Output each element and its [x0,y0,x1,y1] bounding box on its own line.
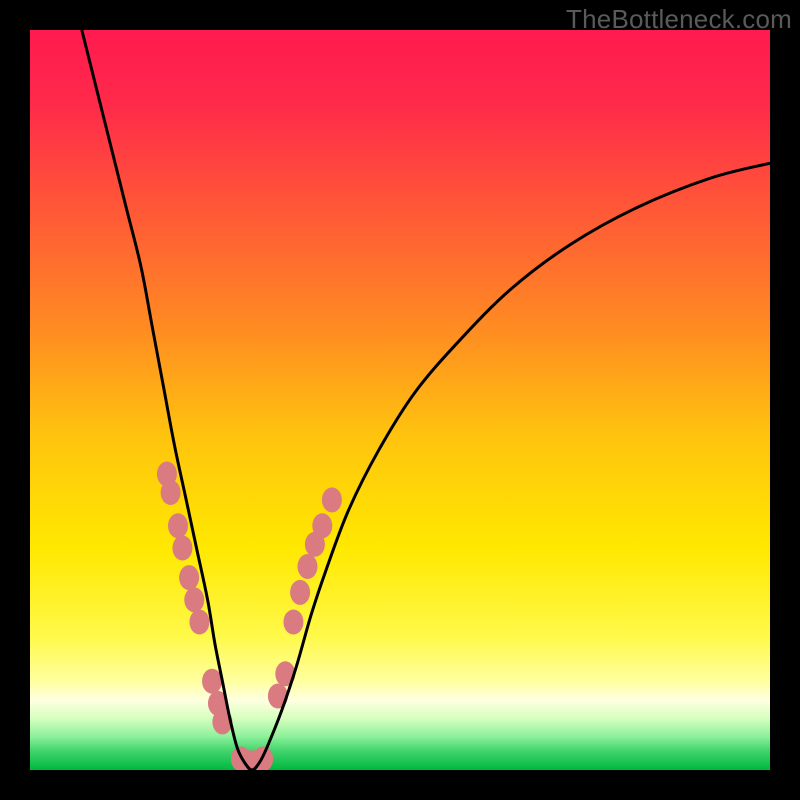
data-marker [283,610,303,635]
bottleneck-curve [82,30,770,770]
data-marker [161,480,181,505]
data-marker [312,513,332,538]
data-marker [322,487,342,512]
data-marker [298,554,318,579]
marker-group [157,462,342,771]
data-marker [202,669,222,694]
chart-stage: TheBottleneck.com [0,0,800,800]
plot-area [30,30,770,770]
data-marker [184,587,204,612]
data-marker [189,610,209,635]
data-marker [168,513,188,538]
data-marker [290,580,310,605]
chart-overlay [30,30,770,770]
data-marker [172,536,192,561]
data-marker [179,565,199,590]
